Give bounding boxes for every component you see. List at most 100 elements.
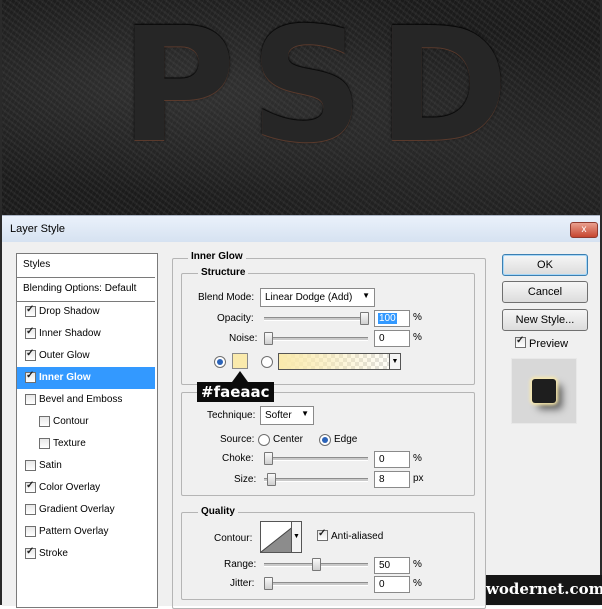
opacity-value: 100 [378, 313, 397, 324]
sidebar-item-label: Pattern Overlay [39, 526, 109, 537]
blend-mode-value: Linear Dodge (Add) [265, 292, 353, 303]
sidebar-item[interactable]: Blending Options: Default [17, 278, 155, 302]
source-center-label: Center [273, 434, 304, 445]
sidebar-item[interactable]: Gradient Overlay [17, 499, 155, 521]
psd-text-artwork: PSD [0, 0, 602, 215]
jitter-input[interactable]: 0 [374, 576, 410, 593]
sidebar-checkbox[interactable] [25, 526, 36, 537]
dialog-title: Layer Style [10, 223, 66, 235]
range-unit: % [413, 559, 422, 570]
noise-slider-track[interactable] [264, 337, 368, 341]
slider-thumb[interactable] [312, 558, 321, 571]
glow-gradient-picker[interactable] [278, 353, 400, 370]
sidebar-item[interactable]: Pattern Overlay [17, 521, 155, 543]
sidebar-item-label: Drop Shadow [39, 306, 100, 317]
sidebar-item[interactable]: Styles [17, 254, 155, 278]
opacity-input[interactable]: 100 [374, 310, 410, 327]
ok-button[interactable]: OK [502, 254, 588, 276]
sidebar-checkbox[interactable] [39, 416, 50, 427]
sidebar-item-label: Inner Shadow [39, 328, 101, 339]
sidebar-checkbox[interactable] [25, 326, 36, 339]
sidebar-item[interactable]: Outer Glow [17, 345, 155, 367]
solid-color-radio[interactable] [214, 356, 226, 368]
slider-thumb[interactable] [266, 473, 276, 486]
sidebar-item-label: Color Overlay [39, 482, 101, 493]
glow-color-swatch[interactable] [232, 353, 248, 369]
chevron-down-icon[interactable]: ▼ [389, 353, 401, 370]
technique-value: Softer [265, 410, 292, 421]
size-input[interactable]: 8 [374, 471, 410, 488]
title-bar[interactable]: Layer Style x [2, 216, 600, 242]
sidebar-checkbox[interactable] [25, 394, 36, 405]
choke-value: 0 [379, 454, 385, 465]
sidebar-item[interactable]: Bevel and Emboss [17, 389, 155, 411]
source-edge-radio[interactable] [319, 434, 331, 446]
close-icon: x [581, 224, 587, 235]
opacity-label: Opacity: [217, 313, 254, 324]
slider-thumb[interactable] [360, 312, 369, 325]
sidebar-item-label: Contour [53, 416, 89, 427]
preview-swatch [532, 379, 556, 403]
anti-aliased-checkbox[interactable] [317, 528, 328, 541]
opacity-slider-track[interactable] [264, 317, 368, 321]
sidebar-item-label: Gradient Overlay [39, 504, 115, 515]
sidebar-item[interactable]: Color Overlay [17, 477, 155, 499]
sidebar-item[interactable]: Inner Shadow [17, 323, 155, 345]
sidebar-checkbox[interactable] [25, 348, 36, 361]
preview-label: Preview [529, 338, 569, 350]
size-unit: px [413, 473, 424, 484]
chevron-down-icon: ▼ [362, 291, 370, 300]
close-button[interactable]: x [570, 222, 598, 238]
technique-label: Technique: [207, 410, 256, 421]
chevron-down-icon[interactable]: ▼ [291, 521, 302, 553]
contour-label: Contour: [214, 533, 253, 544]
source-label: Source: [220, 434, 255, 445]
technique-dropdown[interactable]: Softer ▼ [260, 406, 314, 425]
choke-unit: % [413, 453, 422, 464]
noise-label: Noise: [229, 333, 258, 344]
sidebar-item[interactable]: Texture [17, 433, 155, 455]
choke-label: Choke: [222, 453, 254, 464]
psd-text: PSD [120, 0, 523, 178]
source-center-radio[interactable] [258, 434, 270, 446]
jitter-unit: % [413, 578, 422, 589]
color-callout-label: #faeaac [197, 382, 274, 402]
noise-input[interactable]: 0 [374, 330, 410, 347]
size-slider-track[interactable] [264, 478, 368, 482]
quality-title: Quality [198, 506, 238, 517]
choke-slider-track[interactable] [264, 457, 368, 461]
watermark: wodernet.com [486, 575, 602, 605]
sidebar-item[interactable]: Inner Glow [17, 367, 155, 389]
preview-checkbox[interactable] [515, 335, 526, 348]
sidebar-item-label: Stroke [39, 548, 68, 559]
sidebar-checkbox[interactable] [25, 304, 36, 317]
styles-sidebar: Styles Blending Options: Default Drop Shad… [16, 253, 158, 608]
chevron-down-icon: ▼ [301, 409, 309, 418]
sidebar-item[interactable]: Contour [17, 411, 155, 433]
sidebar-checkbox[interactable] [25, 480, 36, 493]
cancel-button[interactable]: Cancel [502, 281, 588, 303]
jitter-label: Jitter: [230, 578, 255, 589]
slider-thumb[interactable] [264, 452, 273, 465]
sidebar-item-label: Inner Glow [39, 372, 91, 383]
sidebar-checkbox[interactable] [25, 504, 36, 515]
sidebar-item-label: Outer Glow [39, 350, 90, 361]
sidebar-checkbox[interactable] [25, 546, 36, 559]
sidebar-checkbox[interactable] [25, 370, 36, 383]
range-input[interactable]: 50 [374, 557, 410, 574]
jitter-slider-track[interactable] [264, 582, 368, 586]
sidebar-checkbox[interactable] [25, 460, 36, 471]
sidebar-item[interactable]: Drop Shadow [17, 301, 155, 323]
jitter-value: 0 [379, 579, 385, 590]
slider-thumb[interactable] [264, 577, 273, 590]
slider-thumb[interactable] [264, 332, 273, 345]
gradient-radio[interactable] [261, 356, 273, 368]
new-style-button[interactable]: New Style... [502, 309, 588, 331]
blend-mode-dropdown[interactable]: Linear Dodge (Add) ▼ [260, 288, 375, 307]
sidebar-item[interactable]: Stroke [17, 543, 155, 565]
choke-input[interactable]: 0 [374, 451, 410, 468]
sidebar-item-label: Styles [23, 259, 51, 270]
style-preview-thumbnail [511, 358, 577, 424]
sidebar-item[interactable]: Satin [17, 455, 155, 477]
sidebar-checkbox[interactable] [39, 438, 50, 449]
